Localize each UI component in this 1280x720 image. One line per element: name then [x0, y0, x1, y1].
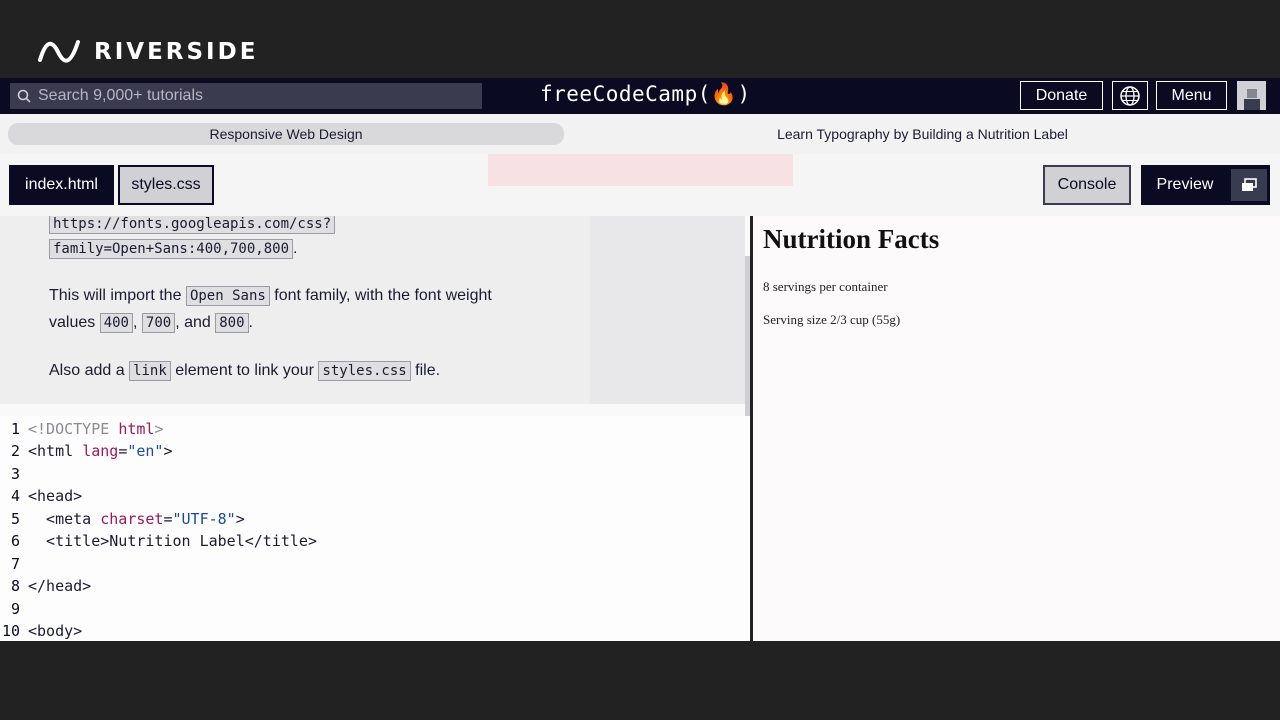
instructions-panel: https://fonts.googleapis.com/css? family… [0, 216, 590, 404]
preview-heading: Nutrition Facts [763, 224, 940, 254]
code-token: <!DOCTYPE [28, 420, 119, 438]
weight-800-code: 800 [215, 313, 249, 333]
and-text: , and [175, 314, 211, 331]
code-token: = [118, 442, 128, 460]
line-number: 4 [10, 487, 20, 505]
url-period: . [293, 240, 298, 257]
code-token: > [154, 420, 164, 438]
code-token: </head> [28, 577, 92, 595]
search-input[interactable]: Search 9,000+ tutorials [38, 87, 203, 105]
code-line[interactable]: 9 [0, 598, 22, 620]
link-code: link [129, 361, 171, 381]
comma-text: , [133, 314, 138, 331]
code-token: <meta [28, 510, 101, 528]
line-number: 6 [10, 532, 20, 550]
fading-overlay [488, 154, 793, 186]
code-line[interactable]: 10 <body> [0, 620, 82, 641]
open-sans-code: Open Sans [185, 286, 270, 306]
avatar[interactable] [1237, 81, 1266, 110]
line-number: 5 [10, 510, 20, 528]
code-token: > [163, 442, 173, 460]
code-token: <head> [28, 487, 83, 505]
preview-serving-size: Serving size 2/3 cup (55g) [763, 312, 901, 327]
tab-index-html[interactable]: index.html [9, 165, 114, 205]
instruction-paragraph-2: values 400, 700, and 800. [49, 313, 253, 333]
weight-400-code: 400 [99, 313, 133, 333]
search-bar[interactable]: Search 9,000+ tutorials [10, 83, 482, 109]
period-text: . [248, 314, 253, 331]
user-avatar-icon [1243, 89, 1260, 110]
instruction-text: values [49, 314, 96, 331]
line-number: 8 [10, 577, 20, 595]
styles-css-code: styles.css [318, 361, 411, 381]
code-token: = [163, 510, 173, 528]
code-line[interactable]: 4 <head> [0, 485, 82, 507]
riverside-wave-icon [38, 40, 80, 63]
code-line[interactable]: 8 </head> [0, 575, 91, 597]
line-number: 2 [10, 442, 20, 460]
riverside-logo: RIVERSIDE [38, 36, 258, 68]
line-number: 7 [10, 555, 20, 573]
code-token: html [118, 420, 155, 438]
code-line[interactable]: 5 <meta charset="UTF-8"> [0, 508, 245, 530]
preview-servings: 8 servings per container [763, 279, 888, 294]
editor-toolbar: index.html styles.css Console Preview [0, 154, 1280, 216]
letterbox-bottom [0, 641, 1280, 720]
code-token: > [235, 510, 245, 528]
console-button[interactable]: Console [1043, 165, 1131, 205]
instruction-text: font family, with the font weight [274, 287, 492, 304]
font-url-line-2: family=Open+Sans:400,700,800 [49, 239, 294, 259]
line-number: 9 [10, 600, 20, 618]
font-url-row-2: family=Open+Sans:400,700,800. [49, 239, 297, 259]
fcc-logo[interactable]: freeCodeCamp(🔥) [540, 82, 751, 107]
font-url-line-1: https://fonts.googleapis.com/css? [49, 216, 336, 234]
code-line[interactable]: 6 <title>Nutrition Label</title> [0, 530, 317, 552]
code-line[interactable]: 2 <html lang="en"> [0, 440, 173, 462]
instruction-text: Also add a [49, 362, 125, 379]
popout-icon[interactable] [1231, 169, 1267, 201]
code-token: <body> [28, 622, 83, 640]
top-navbar: Search 9,000+ tutorials freeCodeCamp(🔥) … [0, 78, 1280, 114]
instruction-paragraph-1: This will import the Open Sans font fami… [49, 286, 492, 306]
instruction-paragraph-3: Also add a link element to link your sty… [49, 361, 440, 381]
code-token: <html [28, 442, 83, 460]
breadcrumb: Responsive Web Design Learn Typography b… [0, 114, 1280, 154]
preview-button[interactable]: Preview [1141, 165, 1270, 205]
riverside-wordmark: RIVERSIDE [94, 39, 259, 65]
weight-700-code: 700 [141, 313, 176, 333]
line-number: 1 [10, 420, 20, 438]
code-token: <title>Nutrition Label</title> [28, 532, 317, 550]
instruction-text: element to link your [175, 362, 314, 379]
code-line[interactable]: 3 [0, 463, 22, 485]
tab-styles-css[interactable]: styles.css [118, 165, 214, 205]
code-token: lang [82, 442, 119, 460]
preview-pane: Nutrition Facts 8 servings per container… [753, 216, 1280, 641]
language-button[interactable] [1112, 81, 1148, 110]
preview-label: Preview [1156, 176, 1214, 193]
recording-watermark-bar: RIVERSIDE [0, 0, 1280, 78]
menu-button[interactable]: Menu [1156, 81, 1227, 110]
code-token: "en" [127, 442, 164, 460]
code-line[interactable]: 1 <!DOCTYPE html> [0, 418, 164, 440]
instruction-text: file. [415, 362, 441, 379]
breadcrumb-course[interactable]: Responsive Web Design [8, 123, 564, 145]
donate-button[interactable]: Donate [1020, 81, 1103, 110]
line-number: 10 [1, 622, 20, 640]
instructions-scroll-area [590, 216, 745, 404]
breadcrumb-project[interactable]: Learn Typography by Building a Nutrition… [565, 123, 1280, 145]
line-number: 3 [10, 465, 20, 483]
code-token: "UTF-8" [172, 510, 236, 528]
code-editor[interactable]: 1 <!DOCTYPE html> 2 <html lang="en"> 3 4 <h… [0, 416, 750, 641]
globe-icon [1120, 85, 1140, 106]
code-token: charset [100, 510, 164, 528]
editor-pane: https://fonts.googleapis.com/css? family… [0, 216, 750, 641]
instruction-text: This will import the [49, 287, 182, 304]
code-line[interactable]: 7 [0, 553, 22, 575]
search-icon [10, 89, 38, 103]
pane-resize-handle[interactable] [745, 256, 750, 416]
